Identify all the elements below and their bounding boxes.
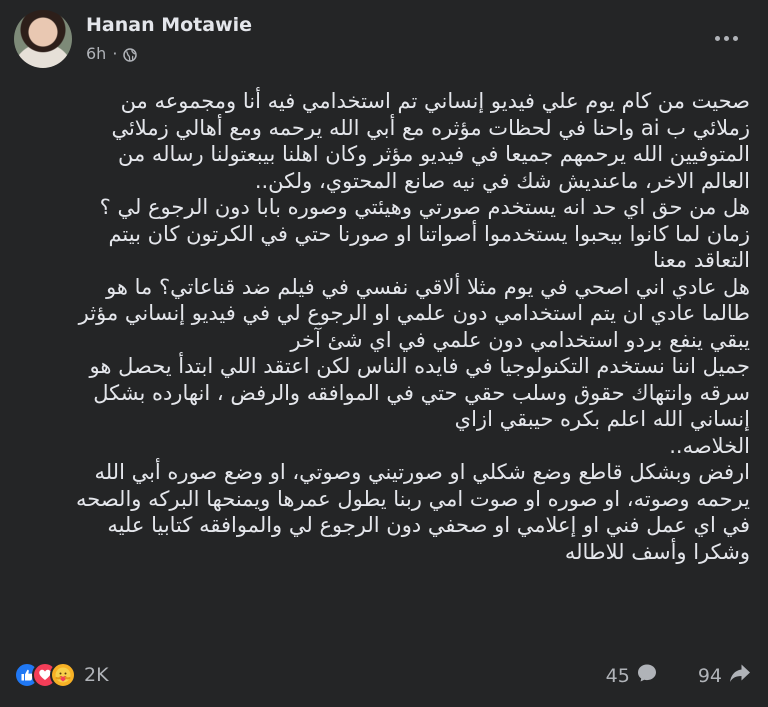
globe-icon[interactable] xyxy=(123,47,138,62)
post-line: العالم الاخر، ماعنديش شك في نيه صانع الم… xyxy=(254,168,750,193)
post-line: طالما عادي ان يتم استخدامي دون علمي او ا… xyxy=(78,301,750,325)
post-line: وشكرا وأسف للاطاله xyxy=(564,539,750,564)
post-line: زمان لما كانوا بيحبوا يستخدموا أصواتنا ا… xyxy=(108,221,750,246)
comments-count: 45 xyxy=(605,664,630,687)
post-line: التعاقد معنا xyxy=(653,248,750,272)
author-name[interactable]: Hanan Motawie xyxy=(86,14,252,36)
care-reaction-icon xyxy=(50,662,76,688)
post-line: سرقه وانتهاك حقوق وسلب حقي حتي في المواف… xyxy=(93,380,750,405)
post-line: المتوفيين الله يرحمهم جميعا في فيديو مؤث… xyxy=(117,142,750,166)
post-line: ارفض وبشكل قاطع وضع شكلي او صورتيني وصوت… xyxy=(94,460,750,484)
reactions-summary[interactable]: 2K xyxy=(14,662,109,688)
post-line: هل عادي اني اصحي في يوم مثلا ألاقي نفسي … xyxy=(106,274,750,299)
shares-count: 94 xyxy=(697,664,722,687)
post-header: Hanan Motawie 6h · xyxy=(14,10,754,72)
post-line: زملائي ب ai واحنا في لحظات مؤثره مع أبي … xyxy=(111,115,750,140)
more-options-button[interactable] xyxy=(710,26,742,50)
post-line: هل من حق اي حد انه يستخدم صورتي وهيئتي و… xyxy=(99,195,750,219)
share-icon xyxy=(728,662,752,689)
dot-icon xyxy=(723,35,729,41)
comment-icon xyxy=(636,662,658,689)
post-line: جميل اننا نستخدم التكنولوجيا في فايده ال… xyxy=(89,354,750,378)
comments-stat[interactable]: 45 xyxy=(606,662,658,689)
post-body: صحيت من كام يوم علي فيديو إنساني تم استخ… xyxy=(16,88,750,565)
post-line: الخلاصه.. xyxy=(669,433,750,458)
dot-icon xyxy=(732,35,738,41)
post-line: يبقي ينفع بردو استخدامي دون علمي في اي ش… xyxy=(290,327,750,352)
dot-icon xyxy=(714,35,720,41)
post-footer: 2K 45 94 xyxy=(0,656,768,696)
post-line: صحيت من كام يوم علي فيديو إنساني تم استخ… xyxy=(120,89,750,113)
post-line: في اي عمل فني او إعلامي او صحفي دون الرج… xyxy=(107,513,750,537)
post-meta: 6h · xyxy=(86,44,138,63)
reaction-count[interactable]: 2K xyxy=(84,664,109,686)
author-avatar[interactable] xyxy=(14,10,72,68)
facebook-post: Hanan Motawie 6h · صحيت من كام يوم علي ف… xyxy=(0,0,768,707)
meta-separator: · xyxy=(112,44,118,63)
post-stats: 45 94 xyxy=(606,662,752,689)
post-line: يرحمه وصوته، او صوره او صوت امي ربنا يطو… xyxy=(76,486,750,511)
post-line: إنساني الله اعلم بكره حيبقي ازاي xyxy=(454,407,750,431)
shares-stat[interactable]: 94 xyxy=(698,662,752,689)
post-time[interactable]: 6h xyxy=(86,44,106,63)
